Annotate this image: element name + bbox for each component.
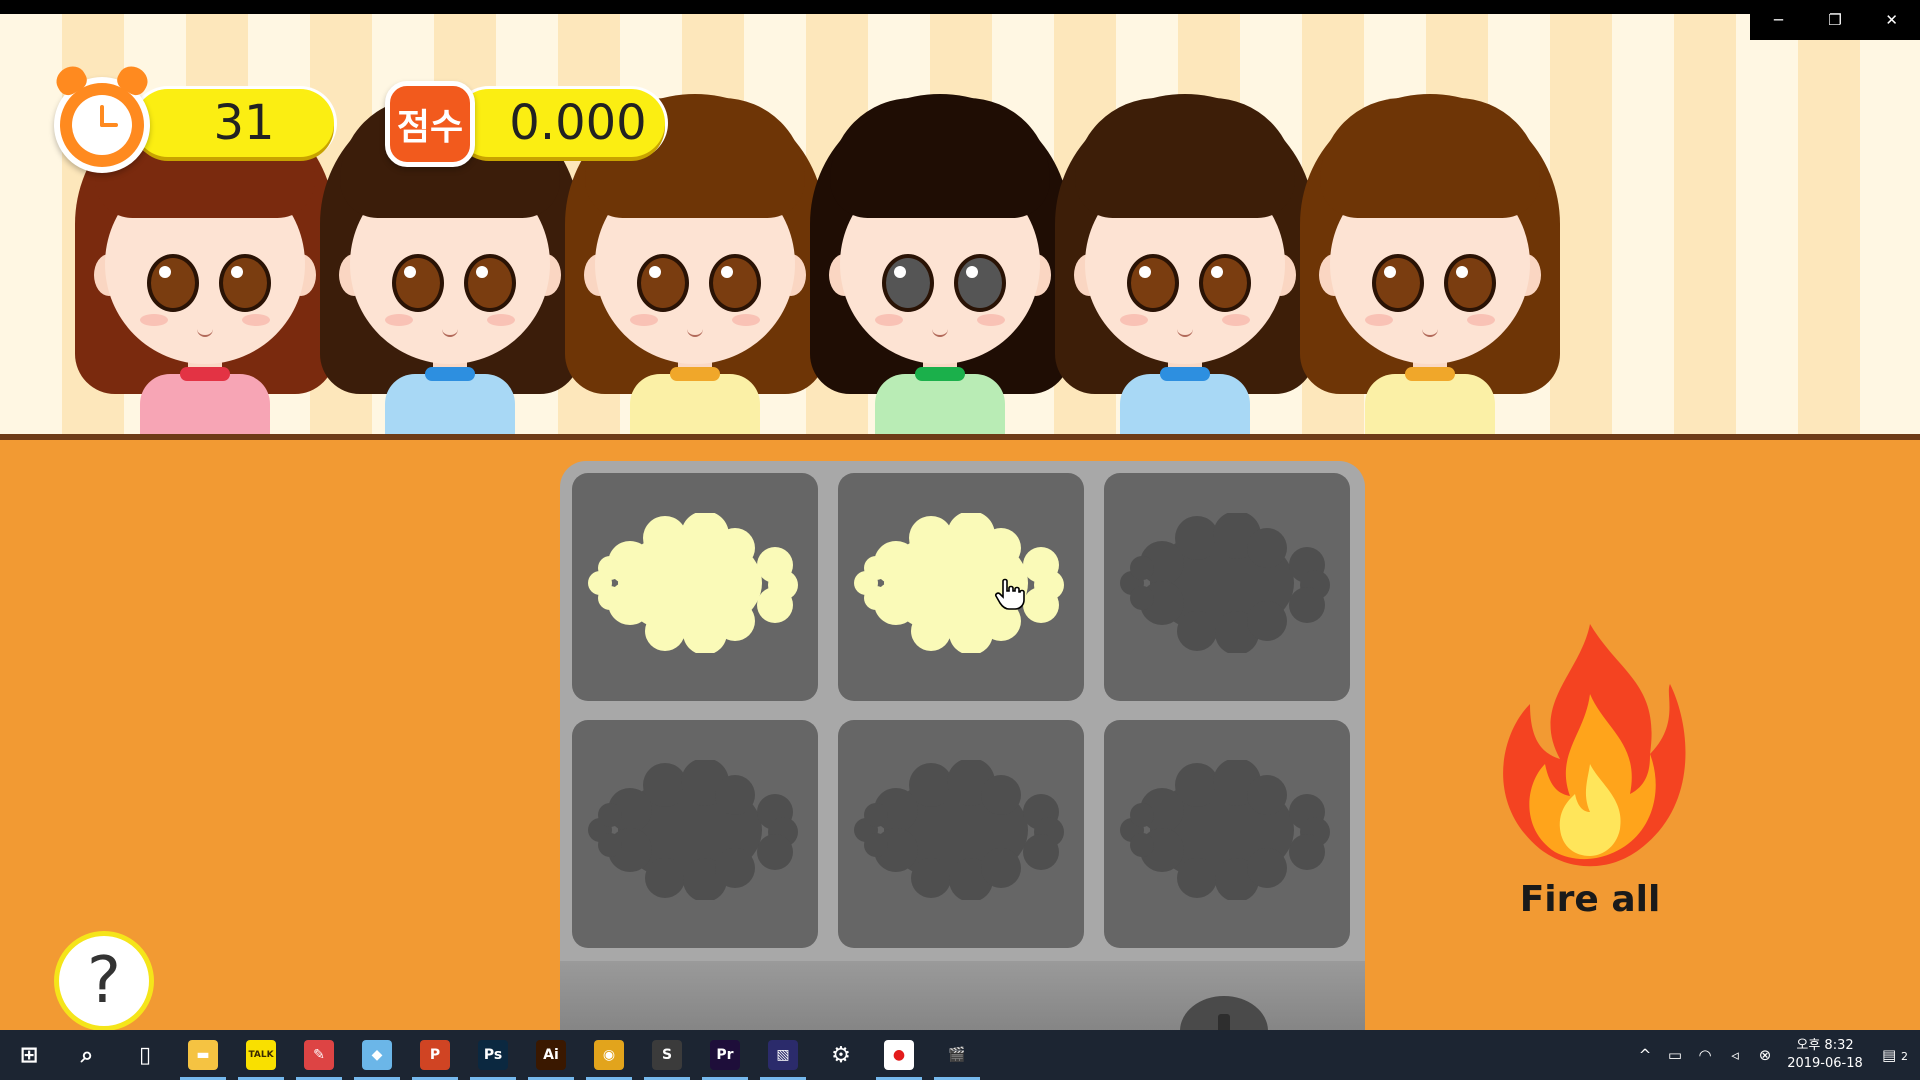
settings-icon: ⚙	[831, 1042, 851, 1068]
taskbar-clock[interactable]: 오후 8:32 2019-06-18	[1780, 1037, 1870, 1073]
taskbar-apps: ⊞ ⌕ ▯ ▬ TALK ✎ ◆ P Ps Ai ◉ S Pr ▧ ⚙ ● 🎬	[0, 1030, 986, 1080]
volume-icon[interactable]: ◃	[1720, 1046, 1750, 1064]
fish-bread-shape	[854, 760, 1064, 900]
chevron-up-icon[interactable]: ^	[1630, 1046, 1660, 1064]
fish-bread-shape	[1120, 513, 1330, 653]
fish-bread-shape	[1120, 760, 1330, 900]
fish-bread-shape	[588, 760, 798, 900]
hand-cursor-icon	[995, 578, 1025, 610]
paint-taskbar-button[interactable]: ✎	[290, 1030, 348, 1080]
search-taskbar-button[interactable]: ⌕	[58, 1030, 116, 1080]
recorder-taskbar-button[interactable]: ●	[870, 1030, 928, 1080]
grill-slot-batter[interactable]	[572, 473, 818, 701]
settings-taskbar-button[interactable]: ⚙	[812, 1030, 870, 1080]
score-value: 0.000	[455, 89, 665, 157]
premiere-taskbar-button[interactable]: Pr	[696, 1030, 754, 1080]
file-explorer-taskbar-button[interactable]: ▬	[174, 1030, 232, 1080]
notification-icon: ▤	[1882, 1046, 1897, 1064]
sublime-icon: S	[652, 1040, 682, 1070]
photoshop-icon: Ps	[478, 1040, 508, 1070]
grill-slot-empty[interactable]	[1104, 473, 1350, 701]
powerpoint-icon: P	[420, 1040, 450, 1070]
recorder-icon: ●	[884, 1040, 914, 1070]
notepad-icon: ◆	[362, 1040, 392, 1070]
timer-display: 31	[51, 61, 344, 179]
chrome-icon: ◉	[594, 1040, 624, 1070]
paint-icon: ✎	[304, 1040, 334, 1070]
window-controls: ─ ❐ ✕	[1750, 0, 1920, 40]
score-display: 0.000 점수	[385, 69, 665, 179]
kakaotalk-taskbar-button[interactable]: TALK	[232, 1030, 290, 1080]
battery-icon[interactable]: ▭	[1660, 1046, 1690, 1064]
notification-count: 2	[1900, 1050, 1908, 1063]
task-view-icon: ▯	[138, 1042, 152, 1068]
sublime-taskbar-button[interactable]: S	[638, 1030, 696, 1080]
task-view-taskbar-button[interactable]: ▯	[116, 1030, 174, 1080]
chrome-taskbar-button[interactable]: ◉	[580, 1030, 638, 1080]
fish-bread-shape	[854, 513, 1064, 653]
clapper-icon: 🎬	[948, 1047, 966, 1063]
date-text: 2019-06-18	[1787, 1056, 1863, 1071]
system-tray: ^ ▭ ◠ ◃ ⊗ 오후 8:32 2019-06-18 ▤ 2	[1630, 1030, 1920, 1080]
illustrator-taskbar-button[interactable]: Ai	[522, 1030, 580, 1080]
title-bar	[0, 0, 1920, 14]
premiere-icon: Pr	[710, 1040, 740, 1070]
alarm-clock-icon	[51, 61, 153, 173]
illustrator-icon: Ai	[536, 1040, 566, 1070]
taskbar: ⊞ ⌕ ▯ ▬ TALK ✎ ◆ P Ps Ai ◉ S Pr ▧ ⚙ ● 🎬 ^ ▭ ◠ ◃ ⊗ 오후 8:3…	[0, 1030, 1920, 1080]
powerpoint-taskbar-button[interactable]: P	[406, 1030, 464, 1080]
grill-slot-empty[interactable]	[838, 720, 1084, 948]
restore-button[interactable]: ❐	[1807, 0, 1864, 40]
kakaotalk-icon: TALK	[246, 1040, 276, 1070]
search-icon: ⌕	[80, 1042, 94, 1068]
game-stage: 31 0.000 점수 Fire all ?	[0, 14, 1920, 1030]
file-explorer-icon: ▬	[188, 1040, 218, 1070]
start-taskbar-button[interactable]: ⊞	[0, 1030, 58, 1080]
fire-all-label[interactable]: Fire all	[1500, 879, 1680, 920]
start-icon: ⊞	[19, 1042, 39, 1068]
score-label: 점수	[385, 81, 475, 167]
grill-slot-empty[interactable]	[1104, 720, 1350, 948]
time-text: 오후 8:32	[1796, 1038, 1854, 1053]
grill-slot-empty[interactable]	[572, 720, 818, 948]
customer-child	[1285, 84, 1575, 444]
notification-center-button[interactable]: ▤ 2	[1870, 1046, 1920, 1064]
help-button[interactable]: ?	[54, 931, 154, 1030]
minimize-button[interactable]: ─	[1750, 0, 1807, 40]
vegas-taskbar-button[interactable]: ▧	[754, 1030, 812, 1080]
vegas-icon: ▧	[768, 1040, 798, 1070]
timer-value: 31	[134, 89, 334, 157]
clapper-taskbar-button[interactable]: 🎬	[928, 1030, 986, 1080]
fish-bread-shape	[588, 513, 798, 653]
grill-slot-batter[interactable]	[838, 473, 1084, 701]
wifi-icon[interactable]: ◠	[1690, 1046, 1720, 1064]
fish-bread-grill	[560, 461, 1365, 1030]
photoshop-taskbar-button[interactable]: Ps	[464, 1030, 522, 1080]
fire-icon[interactable]	[1490, 614, 1690, 874]
network-error-icon[interactable]: ⊗	[1750, 1046, 1780, 1064]
close-button[interactable]: ✕	[1863, 0, 1920, 40]
notepad-taskbar-button[interactable]: ◆	[348, 1030, 406, 1080]
